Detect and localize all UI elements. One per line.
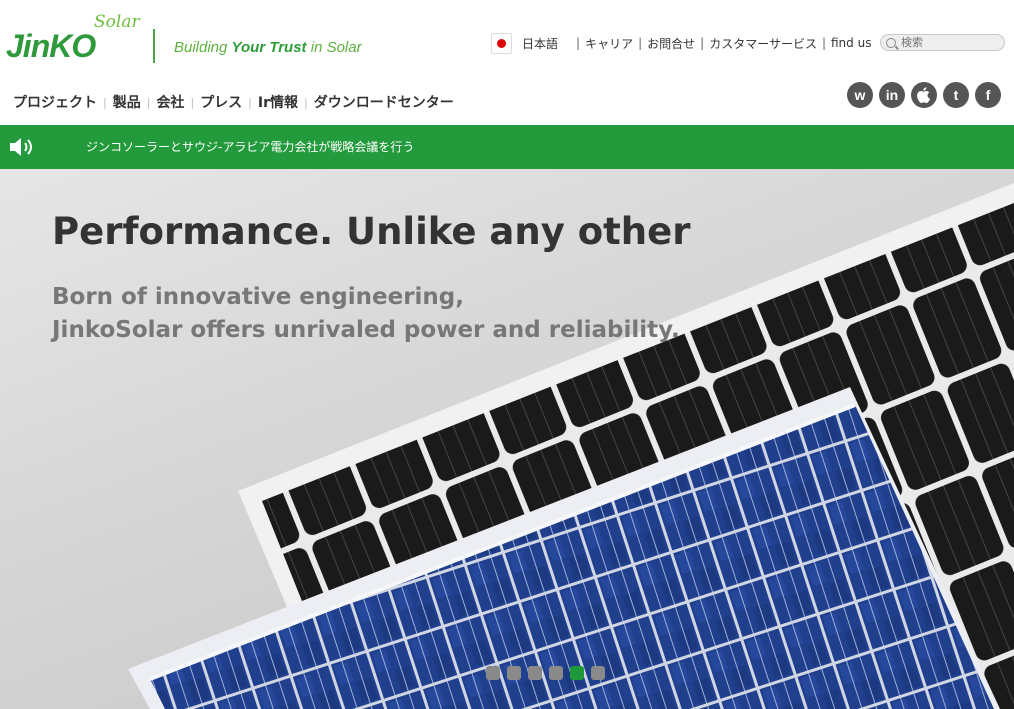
site-header: Solar JinKO Building Your Trust in Solar… — [0, 0, 1014, 125]
ticker-headline[interactable]: ジンコソーラーとサウジ-アラビア電力会社が戦略会議を行う — [86, 138, 414, 155]
hero-subtitle-line-2: JinkoSolar offers unrivaled power and re… — [52, 317, 680, 343]
logo-solar-text: Solar — [94, 12, 140, 32]
hero-title: Performance. Unlike any other — [52, 210, 691, 253]
apple-icon[interactable] — [911, 82, 937, 108]
news-ticker: ジンコソーラーとサウジ-アラビア電力会社が戦略会議を行う — [0, 125, 1014, 169]
logo-jinko-text: JinKO — [6, 28, 96, 64]
search-icon[interactable] — [886, 37, 896, 48]
facebook-icon[interactable]: f — [975, 82, 1001, 108]
slide-dot-2[interactable] — [507, 666, 521, 680]
japan-flag-icon[interactable] — [491, 32, 512, 54]
nav-item-investor-relations[interactable]: Ir情報 — [258, 92, 298, 112]
slide-dot-6[interactable] — [591, 666, 605, 680]
topnav-link-contact[interactable]: お問合せ — [647, 35, 695, 52]
nav-item-products[interactable]: 製品 — [113, 92, 141, 112]
linkedin-icon[interactable]: in — [879, 82, 905, 108]
slide-dot-5[interactable] — [570, 666, 584, 680]
slide-dot-1[interactable] — [486, 666, 500, 680]
logo-divider — [153, 29, 155, 63]
nav-item-download-center[interactable]: ダウンロードセンター — [314, 92, 454, 112]
jinko-logo[interactable]: Solar JinKO — [6, 12, 146, 64]
topnav-link-customer-service[interactable]: カスタマーサービス — [709, 35, 817, 52]
topnav-link-find-us[interactable]: find us — [831, 36, 871, 50]
hero-subtitle-line-1: Born of innovative engineering, — [52, 284, 464, 310]
weibo-icon[interactable]: w — [847, 82, 873, 108]
slide-dot-4[interactable] — [549, 666, 563, 680]
main-nav: プロジェクト | 製品 | 会社 | プレス | Ir情報 | ダウンロードセン… — [13, 92, 454, 112]
topnav-link-careers[interactable]: キャリア — [585, 35, 633, 52]
nav-item-projects[interactable]: プロジェクト — [13, 92, 97, 112]
slider-pagination — [486, 666, 612, 680]
nav-item-company[interactable]: 会社 — [156, 92, 184, 112]
search-input[interactable] — [901, 36, 991, 49]
search-box[interactable] — [880, 34, 1005, 51]
tagline: Building Your Trust in Solar — [174, 39, 362, 56]
speaker-icon — [10, 138, 32, 156]
language-selector[interactable]: 日本語 — [522, 35, 558, 52]
hero-banner: Performance. Unlike any other Born of in… — [0, 169, 1014, 709]
twitter-icon[interactable]: t — [943, 82, 969, 108]
nav-item-press[interactable]: プレス — [200, 92, 242, 112]
social-links: w in t f — [847, 82, 1007, 108]
hero-subtitle: Born of innovative engineering, JinkoSol… — [52, 281, 680, 347]
top-nav: 日本語 | キャリア | お問合せ | カスタマーサービス | find us — [491, 32, 871, 54]
slide-dot-3[interactable] — [528, 666, 542, 680]
